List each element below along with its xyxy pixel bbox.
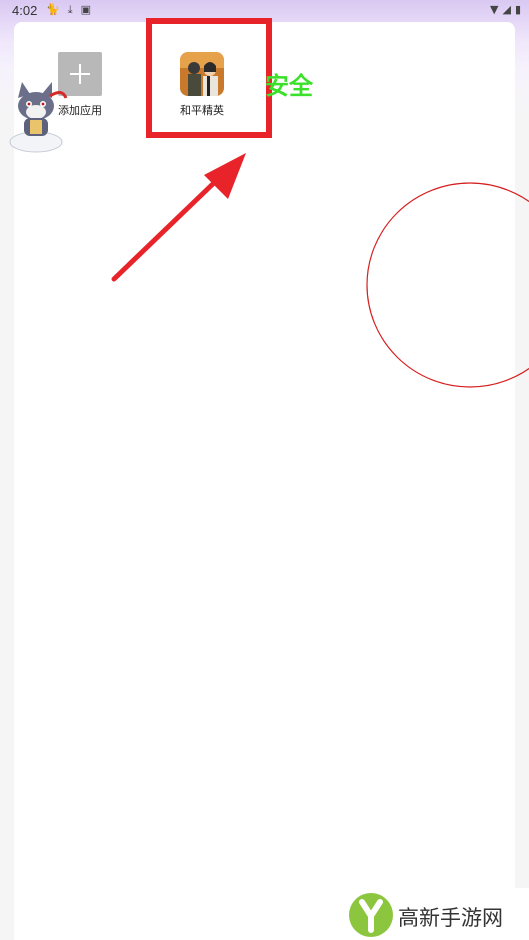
a-box-icon: ▣ <box>80 3 91 16</box>
status-icons-left: 🐈 ⤓ ▣ <box>46 3 91 17</box>
watermark: 高新手游网 <box>344 888 529 940</box>
pointer-arrow <box>111 153 246 282</box>
download-icon: ⤓ <box>67 3 73 16</box>
cat-notification-icon: 🐈 <box>46 3 60 16</box>
safe-label: 安全 <box>265 72 313 100</box>
watermark-text: 高新手游网 <box>398 906 503 930</box>
wolf-mascot-icon[interactable] <box>6 78 70 156</box>
signal-icon: ◢ <box>502 3 511 16</box>
annotation-circle <box>366 182 529 388</box>
app-list-card <box>14 22 515 940</box>
watermark-logo-icon <box>349 893 393 937</box>
status-icons-right: ▼ ◢ ▮ <box>490 3 521 16</box>
highlight-box <box>146 18 272 138</box>
battery-icon: ▮ <box>514 3 521 16</box>
wifi-icon: ▼ <box>490 3 499 16</box>
status-time: 4:02 <box>12 3 38 18</box>
